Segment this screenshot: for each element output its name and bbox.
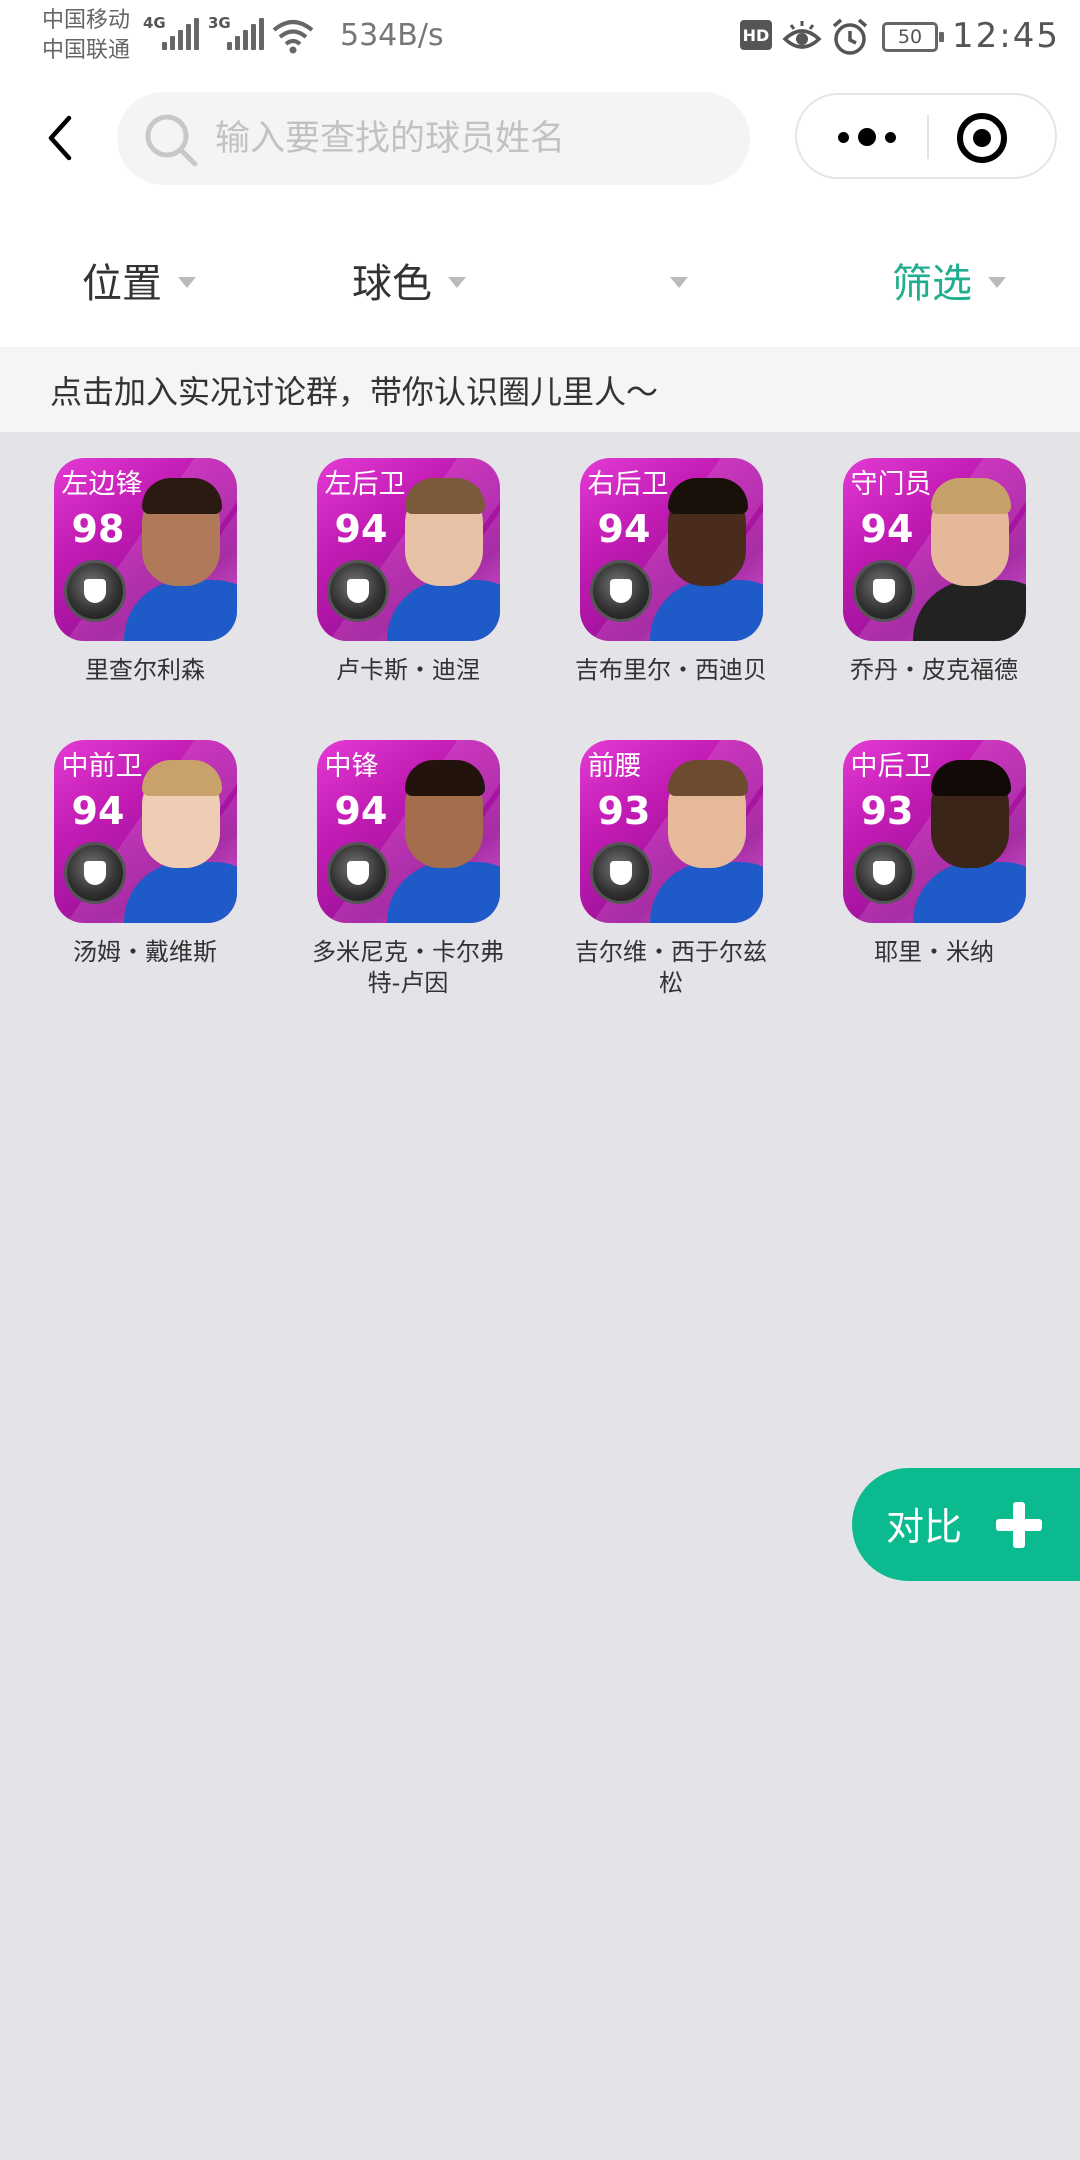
capsule-divider: [927, 115, 929, 159]
filter-position-label: 位置: [82, 261, 162, 307]
filter-card-color[interactable]: 球色: [352, 245, 466, 315]
eye-comfort-icon: [782, 21, 822, 49]
club-crest-icon: [326, 842, 389, 904]
player-card[interactable]: 左后卫 94: [316, 458, 500, 641]
player-name: 耶里・米纳: [874, 938, 994, 966]
more-button[interactable]: [817, 109, 917, 165]
player-hair: [667, 478, 748, 514]
carrier-1: 中国移动: [42, 8, 131, 33]
player-card[interactable]: 中后卫 93: [842, 740, 1026, 923]
player-name: 乔丹・皮克福德: [850, 656, 1018, 684]
player-card[interactable]: 前腰 93: [579, 740, 763, 923]
banner-text: 点击加入实况讨论群，带你认识圈儿里人～: [50, 372, 659, 411]
club-crest-icon: [852, 842, 915, 904]
filter-card-color-label: 球色: [352, 261, 432, 307]
target-icon: [973, 129, 991, 147]
caret-down-icon: [448, 276, 466, 288]
chevron-left-icon: [48, 115, 72, 161]
player-item[interactable]: 中后卫 93 耶里・米纳: [824, 740, 1044, 968]
player-card[interactable]: 左边锋 98: [53, 458, 237, 641]
player-rating: 94: [71, 789, 125, 833]
player-item[interactable]: 右后卫 94 吉布里尔・西迪贝: [561, 458, 781, 686]
player-name: 卢卡斯・迪涅: [336, 656, 480, 684]
search-icon: [145, 114, 198, 167]
compare-label: 对比: [886, 1505, 963, 1549]
caret-down-icon: [988, 276, 1006, 288]
player-position: 守门员: [850, 469, 932, 500]
status-bar: 中国移动 中国联通 4G 3G 534B/s HD 50 12:45: [0, 0, 1080, 75]
caret-down-icon: [178, 276, 196, 288]
caret-down-icon: [670, 276, 688, 288]
carrier-2: 中国联通: [42, 38, 131, 63]
signal-2-icon: [227, 18, 264, 50]
player-position: 左后卫: [324, 469, 406, 500]
player-item[interactable]: 左后卫 94 卢卡斯・迪涅: [298, 458, 518, 686]
club-crest-icon: [589, 842, 652, 904]
player-rating: 94: [334, 789, 388, 833]
club-crest-icon: [852, 560, 915, 622]
more-dot-icon: [838, 131, 849, 143]
player-item[interactable]: 前腰 93 吉尔维・西于尔兹松: [561, 740, 781, 999]
filter-screen[interactable]: 筛选: [892, 245, 1006, 315]
player-name: 汤姆・戴维斯: [73, 938, 217, 966]
player-rating: 93: [597, 789, 651, 833]
club-crest-icon: [63, 842, 126, 904]
alarm-icon: [832, 18, 868, 55]
player-item[interactable]: 中前卫 94 汤姆・戴维斯: [35, 740, 255, 968]
player-position: 左边锋: [61, 469, 143, 500]
player-card[interactable]: 右后卫 94: [579, 458, 763, 641]
more-dot-icon: [858, 128, 876, 146]
search-bar[interactable]: [117, 92, 750, 185]
join-group-banner[interactable]: 点击加入实况讨论群，带你认识圈儿里人～: [0, 347, 1080, 432]
player-rating: 94: [597, 507, 651, 551]
player-position: 中后卫: [850, 751, 932, 782]
back-button[interactable]: [30, 108, 90, 168]
player-hair: [930, 760, 1011, 796]
club-crest-icon: [63, 560, 126, 622]
carrier-info: 中国移动 中国联通: [42, 6, 130, 66]
wifi-icon: [272, 20, 314, 54]
player-name: 吉布里尔・西迪贝: [575, 656, 767, 684]
player-rating: 98: [71, 507, 125, 551]
player-card[interactable]: 守门员 94: [842, 458, 1026, 641]
player-name: 吉尔维・西于尔兹松: [575, 938, 767, 997]
close-mini-program-button[interactable]: [957, 113, 1007, 163]
player-hair: [404, 478, 485, 514]
player-rating: 94: [334, 507, 388, 551]
plus-icon: [996, 1502, 1042, 1548]
player-hair: [930, 478, 1011, 514]
hd-icon: HD: [740, 20, 772, 50]
player-rating: 94: [860, 507, 914, 551]
player-hair: [667, 760, 748, 796]
player-item[interactable]: 左边锋 98 里查尔利森: [35, 458, 255, 686]
player-card[interactable]: 中前卫 94: [53, 740, 237, 923]
network-speed: 534B/s: [340, 18, 444, 53]
player-item[interactable]: 守门员 94 乔丹・皮克福德: [824, 458, 1044, 686]
more-dot-icon: [885, 131, 896, 143]
signal-1-icon: [162, 18, 199, 50]
player-item[interactable]: 中锋 94 多米尼克・卡尔弗特-卢因: [298, 740, 518, 999]
player-position: 中锋: [324, 751, 379, 782]
search-input[interactable]: [215, 92, 735, 185]
filter-screen-label: 筛选: [892, 261, 972, 307]
club-crest-icon: [326, 560, 389, 622]
player-name: 里查尔利森: [85, 656, 205, 684]
player-rating: 93: [860, 789, 914, 833]
player-position: 前腰: [587, 751, 642, 782]
player-position: 右后卫: [587, 469, 669, 500]
battery-icon: 50: [882, 22, 944, 52]
filter-unlabeled[interactable]: [654, 245, 688, 315]
player-name: 多米尼克・卡尔弗特-卢因: [312, 938, 504, 997]
mini-program-capsule: [795, 93, 1057, 179]
compare-button[interactable]: 对比: [852, 1468, 1080, 1581]
player-hair: [141, 478, 222, 514]
club-crest-icon: [589, 560, 652, 622]
player-hair: [141, 760, 222, 796]
clock: 12:45: [952, 16, 1060, 56]
player-hair: [404, 760, 485, 796]
player-position: 中前卫: [61, 751, 143, 782]
filter-position[interactable]: 位置: [82, 245, 196, 315]
player-card[interactable]: 中锋 94: [316, 740, 500, 923]
